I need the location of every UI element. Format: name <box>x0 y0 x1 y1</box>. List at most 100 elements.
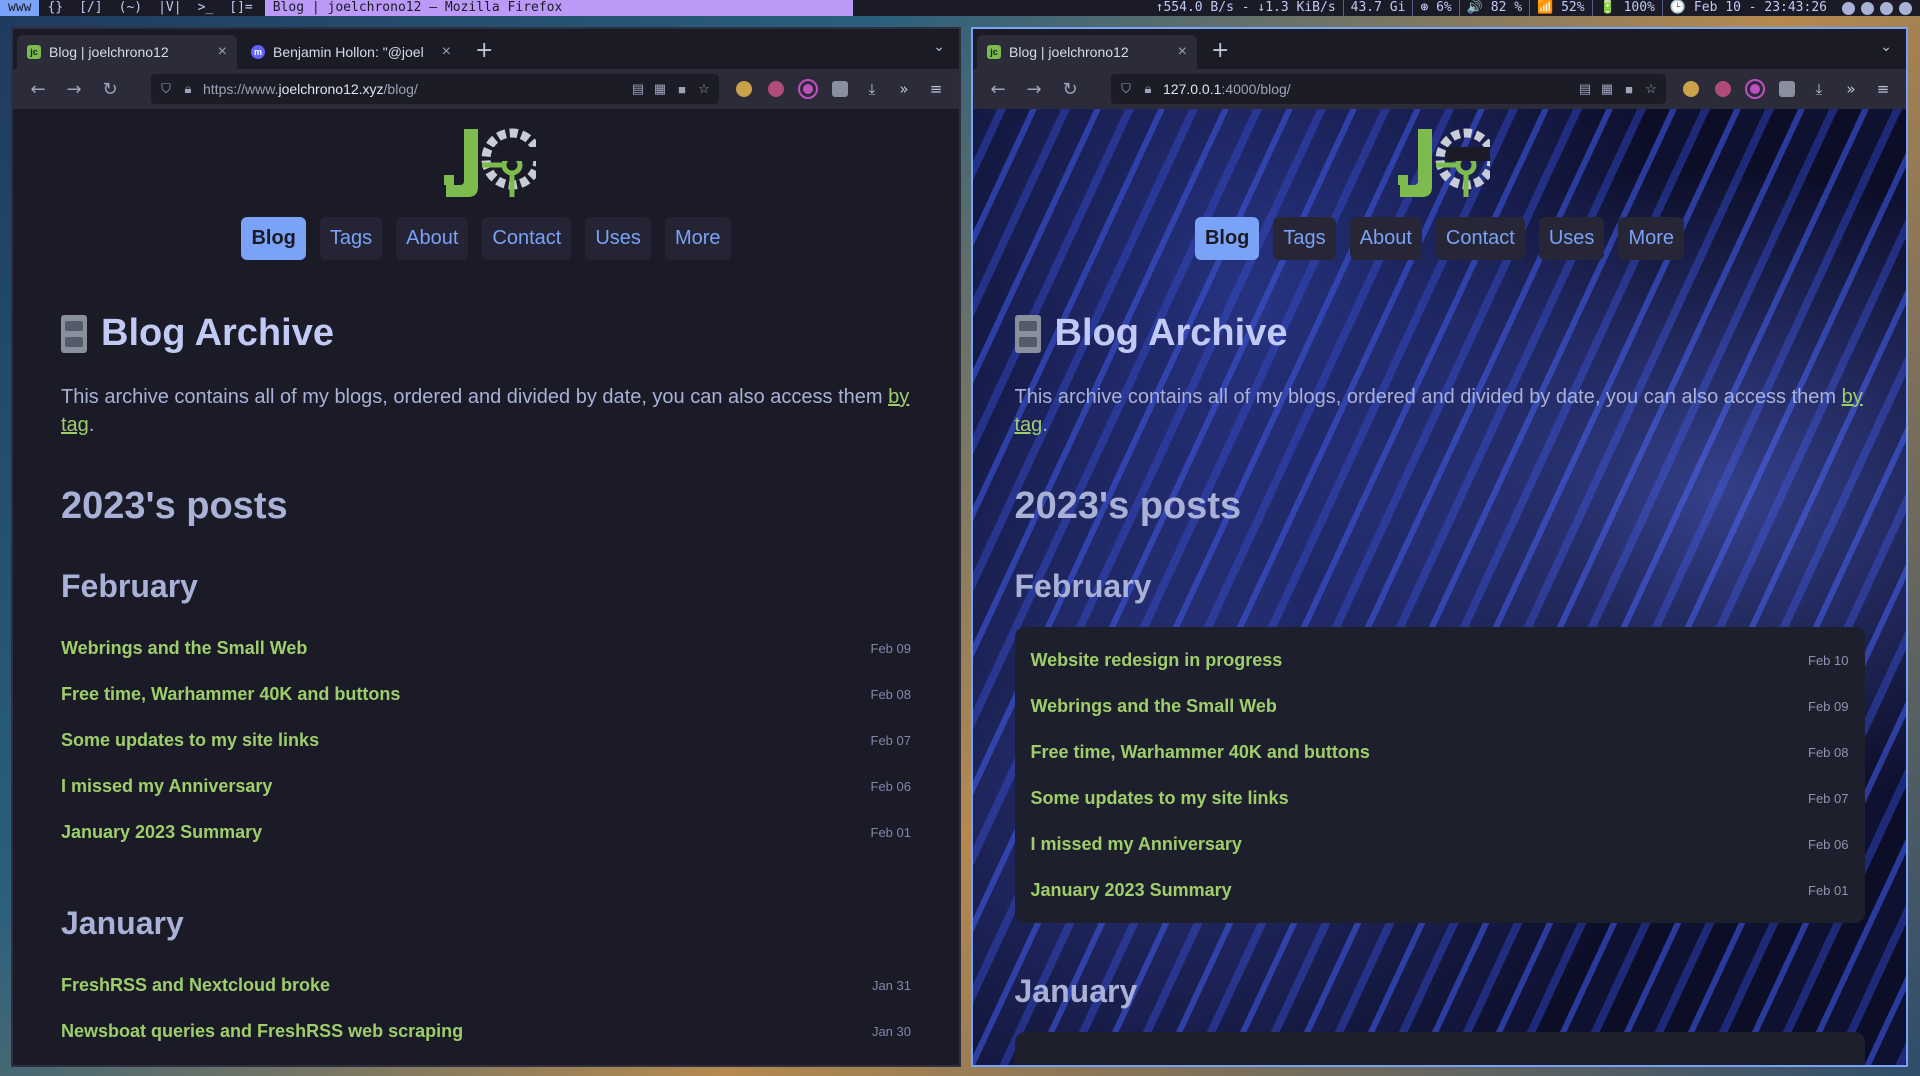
tray-icon[interactable] <box>1899 1 1912 15</box>
post-row[interactable]: FreshRSS and Nextcloud broke Jan 31 <box>61 962 911 1008</box>
post-title-link[interactable]: I missed my Anniversary <box>61 776 272 797</box>
url-bar[interactable]: ⛉ 🔒︎ https://www.joelchrono12.xyz/blog/ … <box>151 74 719 104</box>
post-row[interactable]: January 2023 Summary Feb 01 <box>61 809 911 855</box>
reload-icon[interactable]: ↻ <box>95 74 125 104</box>
post-title-link[interactable]: Free time, Warhammer 40K and buttons <box>1031 742 1370 763</box>
post-row[interactable]: Website redesign in progress Feb 10 <box>1031 637 1849 683</box>
extension-icon[interactable] <box>731 76 757 102</box>
post-row[interactable]: Webrings and the Small Web Feb 09 <box>61 625 911 671</box>
browser-tab[interactable]: jc Blog | joelchrono12 × <box>17 35 237 69</box>
ublock-icon[interactable] <box>1774 76 1800 102</box>
workspace-button[interactable]: (~) <box>111 0 150 16</box>
close-icon[interactable]: × <box>1178 43 1187 61</box>
close-icon[interactable]: × <box>218 43 227 61</box>
post-row[interactable]: Free time, Warhammer 40K and buttons Feb … <box>1031 729 1849 775</box>
bookmark-star-icon[interactable]: ☆ <box>1644 81 1658 96</box>
extension-icon[interactable]: ■ <box>1622 82 1636 97</box>
back-icon[interactable]: ← <box>983 74 1013 104</box>
nav-link-uses[interactable]: Uses <box>585 217 651 260</box>
nav-link-tags[interactable]: Tags <box>1273 217 1336 260</box>
extension-icon[interactable] <box>1710 76 1736 102</box>
post-row[interactable]: Some updates to my site links Feb 07 <box>1031 775 1849 821</box>
post-date: Feb 08 <box>870 686 911 702</box>
post-title-link[interactable]: Some updates to my site links <box>1031 788 1289 809</box>
forward-icon[interactable]: → <box>59 74 89 104</box>
shield-icon[interactable]: ⛉ <box>1119 81 1133 96</box>
tab-list-chevron-icon[interactable]: ⌄ <box>1880 39 1892 55</box>
extension-icon[interactable] <box>1742 76 1768 102</box>
post-row[interactable]: Free time, Warhammer 40K and buttons Feb … <box>61 671 911 717</box>
post-title-link[interactable]: January 2023 Summary <box>61 822 262 843</box>
nav-link-tags[interactable]: Tags <box>319 217 383 260</box>
workspace-button[interactable]: [/] <box>71 0 110 16</box>
post-title-link[interactable]: I missed my Anniversary <box>1031 834 1242 855</box>
overflow-chevrons-icon[interactable]: » <box>891 76 917 102</box>
tray-icon[interactable] <box>1861 1 1874 15</box>
extension-icon[interactable] <box>763 76 789 102</box>
workspace-button[interactable]: {} <box>39 0 71 16</box>
browser-tab[interactable]: jc Blog | joelchrono12 × <box>977 35 1197 69</box>
reload-icon[interactable]: ↻ <box>1055 74 1085 104</box>
browser-tab[interactable]: m Benjamin Hollon: "@joel × <box>241 35 461 69</box>
download-icon[interactable]: ⤓ <box>1806 76 1832 102</box>
lock-icon[interactable]: 🔒︎ <box>181 81 195 96</box>
post-row[interactable]: I missed my Anniversary Feb 06 <box>61 763 911 809</box>
post-title-link[interactable]: January 2023 Summary <box>1031 880 1232 901</box>
ublock-icon[interactable] <box>827 76 853 102</box>
nav-link-about[interactable]: About <box>1349 217 1422 260</box>
overflow-chevrons-icon[interactable]: » <box>1838 76 1864 102</box>
post-row[interactable]: Some updates to my site links Feb 07 <box>61 717 911 763</box>
nav-link-blog[interactable]: Blog <box>1194 217 1260 260</box>
workspace-button[interactable]: www <box>0 0 40 16</box>
site-logo[interactable] <box>1390 125 1490 201</box>
post-title-link[interactable]: FreshRSS and Nextcloud broke <box>61 975 330 996</box>
nav-link-blog[interactable]: Blog <box>241 217 306 260</box>
nav-link-contact[interactable]: Contact <box>1435 217 1525 260</box>
month-heading-january: January <box>61 905 184 941</box>
post-title-link[interactable]: Website redesign in progress <box>1031 650 1283 671</box>
qr-code-icon[interactable]: ▦ <box>1600 81 1614 96</box>
extension-icon[interactable] <box>795 76 821 102</box>
nav-link-more[interactable]: More <box>1618 217 1685 260</box>
tray-icon[interactable] <box>1842 1 1855 15</box>
post-row[interactable]: Newsboat queries and FreshRSS web scrapi… <box>61 1008 911 1054</box>
post-title-link[interactable]: Free time, Warhammer 40K and buttons <box>61 684 400 705</box>
extension-icon[interactable] <box>1678 76 1704 102</box>
nav-link-uses[interactable]: Uses <box>1538 217 1605 260</box>
qr-code-icon[interactable]: ▦ <box>653 81 667 96</box>
post-title-link[interactable]: Webrings and the Small Web <box>61 638 307 659</box>
close-icon[interactable]: × <box>442 43 451 61</box>
download-icon[interactable]: ⤓ <box>859 76 885 102</box>
system-tray <box>1834 1 1920 15</box>
post-title-link[interactable]: Some updates to my site links <box>61 730 319 751</box>
post-title-link[interactable]: Newsboat queries and FreshRSS web scrapi… <box>61 1021 463 1042</box>
workspace-button[interactable]: >_ <box>190 0 222 16</box>
reader-view-icon[interactable]: ▤ <box>1578 81 1592 96</box>
post-row[interactable]: January 2023 Summary Feb 01 <box>1031 867 1849 913</box>
reader-view-icon[interactable]: ▤ <box>631 81 645 96</box>
post-row[interactable]: Webrings and the Small Web Feb 09 <box>1031 683 1849 729</box>
post-title-link[interactable]: Webrings and the Small Web <box>1031 696 1277 717</box>
nav-link-contact[interactable]: Contact <box>482 217 572 260</box>
tray-icon[interactable] <box>1880 1 1893 15</box>
nav-link-about[interactable]: About <box>396 217 469 260</box>
extension-icon[interactable]: ■ <box>675 82 689 97</box>
workspace-button[interactable]: |V| <box>150 0 189 16</box>
lock-icon[interactable]: 🔒︎ <box>1141 81 1155 96</box>
bookmark-star-icon[interactable]: ☆ <box>697 81 711 96</box>
new-tab-button[interactable]: + <box>1201 35 1239 69</box>
post-row[interactable]: I missed my Anniversary Feb 06 <box>1031 821 1849 867</box>
hamburger-menu-icon[interactable]: ≡ <box>923 76 949 102</box>
forward-icon[interactable]: → <box>1019 74 1049 104</box>
site-logo[interactable] <box>436 125 536 201</box>
tab-list-chevron-icon[interactable]: ⌄ <box>933 39 945 55</box>
workspace-button[interactable]: []= <box>221 0 260 16</box>
new-tab-button[interactable]: + <box>465 35 503 69</box>
url-text[interactable]: 127.0.0.1:4000/blog/ <box>1163 81 1570 97</box>
back-icon[interactable]: ← <box>23 74 53 104</box>
hamburger-menu-icon[interactable]: ≡ <box>1870 76 1896 102</box>
nav-link-more[interactable]: More <box>664 217 731 260</box>
shield-icon[interactable]: ⛉ <box>159 81 173 96</box>
url-bar[interactable]: ⛉ 🔒︎ 127.0.0.1:4000/blog/ ▤ ▦ ■ ☆ <box>1111 74 1666 104</box>
url-text[interactable]: https://www.joelchrono12.xyz/blog/ <box>203 81 623 97</box>
